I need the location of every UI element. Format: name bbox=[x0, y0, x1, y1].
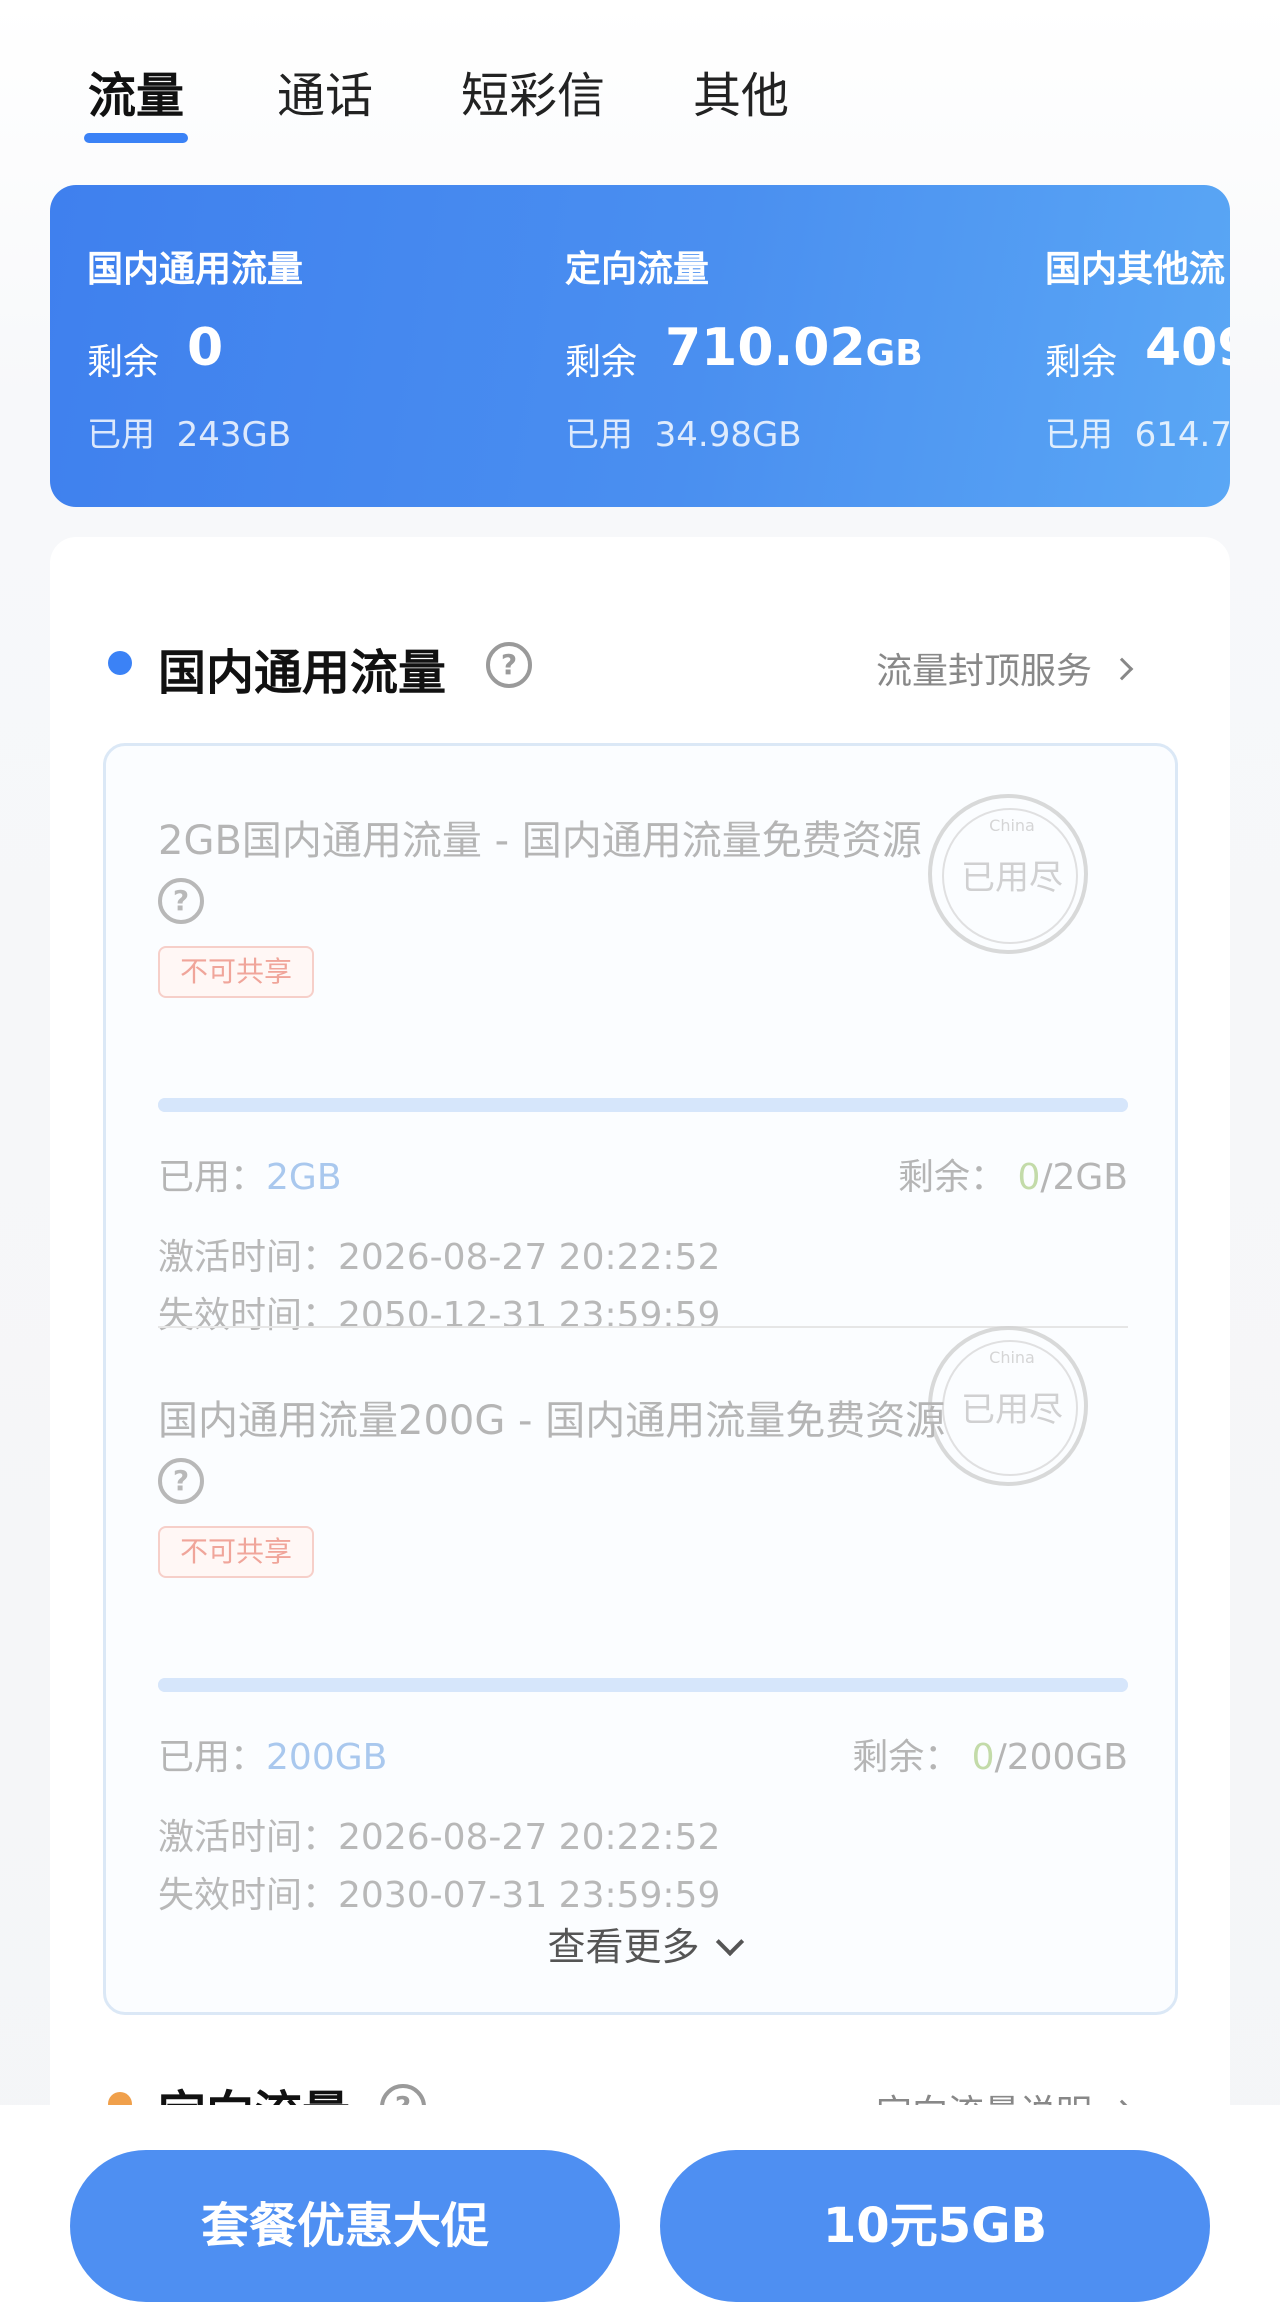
summary-general-data[interactable]: 国内通用流量 剩余 0 已用 243GB bbox=[87, 185, 567, 507]
help-icon[interactable]: ? bbox=[486, 642, 532, 688]
summary-remain-value: 409 bbox=[1145, 318, 1230, 378]
package-promo-button[interactable]: 套餐优惠大促 bbox=[70, 2150, 620, 2302]
used-up-stamp: China 已用尽 bbox=[928, 1326, 1088, 1486]
tab-other[interactable]: 其他 bbox=[693, 60, 789, 132]
package-remaining: 剩余： 0/200GB bbox=[852, 1737, 1128, 1778]
data-cap-service-link[interactable]: 流量封顶服务 bbox=[876, 642, 1134, 694]
usage-progress-bar bbox=[158, 1098, 1128, 1112]
summary-directed-data[interactable]: 定向流量 剩余 710.02GB 已用 34.98GB bbox=[565, 185, 1045, 507]
package-item: China 已用尽 2GB国内通用流量 - 国内通用流量免费资源 ? 不可共享 … bbox=[106, 794, 1181, 1336]
chevron-down-icon bbox=[715, 1927, 744, 1957]
summary-used: 已用 34.98GB bbox=[565, 415, 802, 455]
used-up-stamp: China 已用尽 bbox=[928, 794, 1088, 954]
directed-data-section-header: 定向流量 ? 定向流量说明 bbox=[0, 2070, 1280, 2110]
usage-summary-banner[interactable]: 国内通用流量 剩余 0 已用 243GB 定向流量 剩余 710.02GB 已用… bbox=[50, 185, 1230, 507]
activation-time: 激活时间：2026-08-27 20:22:52 bbox=[158, 1817, 721, 1858]
summary-remain-label: 剩余 bbox=[1045, 342, 1118, 383]
help-icon[interactable]: ? bbox=[158, 878, 204, 924]
divider bbox=[158, 1326, 1128, 1328]
summary-remain-label: 剩余 bbox=[565, 342, 638, 383]
package-remaining: 剩余： 0/2GB bbox=[897, 1157, 1128, 1198]
package-list: China 已用尽 2GB国内通用流量 - 国内通用流量免费资源 ? 不可共享 … bbox=[103, 743, 1178, 2015]
package-title: 2GB国内通用流量 - 国内通用流量免费资源 bbox=[158, 818, 922, 864]
expiration-time: 失效时间：2030-07-31 23:59:59 bbox=[158, 1875, 721, 1916]
summary-name: 定向流量 bbox=[565, 249, 710, 290]
summary-used: 已用 614.7 bbox=[1045, 415, 1230, 455]
summary-other-data[interactable]: 国内其他流 剩余 409 已用 614.7 bbox=[1045, 185, 1230, 507]
tab-calls[interactable]: 通话 bbox=[277, 60, 373, 132]
usage-progress-fill bbox=[158, 1098, 1128, 1112]
section-title-general: 国内通用流量 bbox=[158, 645, 447, 701]
active-tab-indicator bbox=[84, 133, 188, 143]
non-shareable-tag: 不可共享 bbox=[158, 946, 315, 998]
tab-data[interactable]: 流量 bbox=[88, 60, 184, 132]
category-tabs: 流量 通话 短彩信 其他 bbox=[0, 50, 1280, 160]
expiration-time: 失效时间：2050-12-31 23:59:59 bbox=[158, 1295, 721, 1336]
summary-remain-value: 0 bbox=[187, 318, 224, 378]
summary-used: 已用 243GB bbox=[87, 415, 292, 455]
data-offer-button[interactable]: 10元5GB bbox=[660, 2150, 1210, 2302]
summary-name: 国内通用流量 bbox=[87, 249, 304, 290]
view-more-button[interactable]: 查看更多 bbox=[106, 1916, 1181, 1971]
bottom-action-bar: 套餐优惠大促 10元5GB bbox=[0, 2105, 1280, 2310]
tab-sms-mms[interactable]: 短彩信 bbox=[461, 60, 605, 132]
chevron-right-icon bbox=[1110, 657, 1134, 681]
package-used: 已用：2GB bbox=[158, 1157, 342, 1198]
help-icon[interactable]: ? bbox=[158, 1458, 204, 1504]
package-used: 已用：200GB bbox=[158, 1737, 388, 1778]
non-shareable-tag: 不可共享 bbox=[158, 1526, 315, 1578]
summary-remain-value: 710.02GB bbox=[665, 318, 923, 378]
summary-name: 国内其他流 bbox=[1045, 249, 1226, 290]
summary-remain-label: 剩余 bbox=[87, 342, 160, 383]
section-dot bbox=[108, 651, 132, 675]
usage-progress-bar bbox=[158, 1678, 1128, 1692]
activation-time: 激活时间：2026-08-27 20:22:52 bbox=[158, 1237, 721, 1278]
package-item: China 已用尽 国内通用流量200G - 国内通用流量免费资源 ? 不可共享… bbox=[106, 1326, 1181, 1916]
package-title: 国内通用流量200G - 国内通用流量免费资源 bbox=[158, 1398, 946, 1444]
usage-progress-fill bbox=[158, 1678, 1128, 1692]
